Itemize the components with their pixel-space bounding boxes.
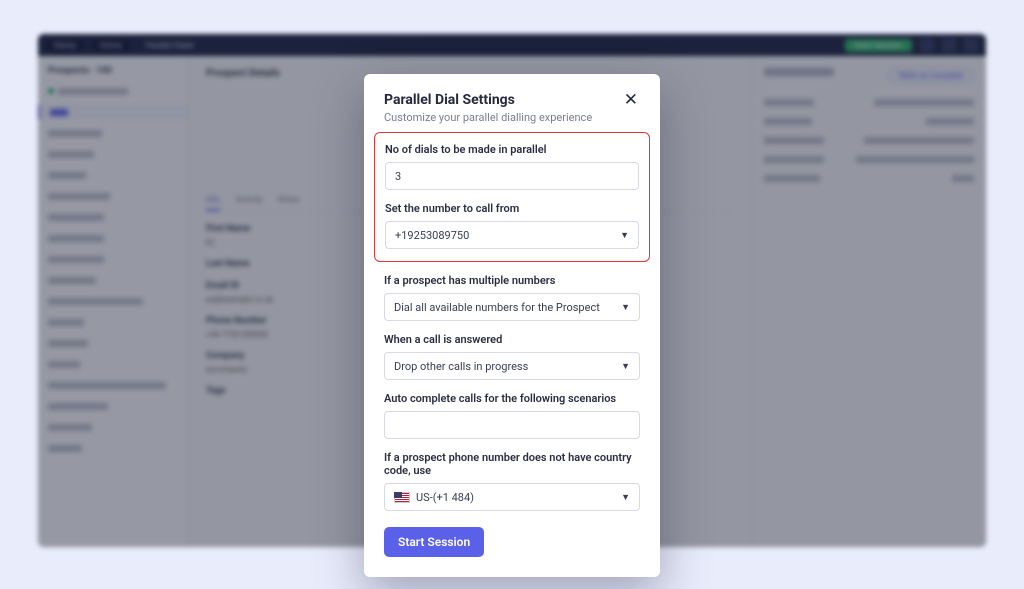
country-code-label: If a prospect phone number does not have… xyxy=(384,451,640,477)
dials-input[interactable] xyxy=(385,162,639,190)
call-from-label: Set the number to call from xyxy=(385,202,639,215)
auto-complete-input[interactable] xyxy=(384,411,640,439)
parallel-dial-settings-modal: Parallel Dial Settings ✕ Customize your … xyxy=(364,74,660,577)
country-code-select[interactable]: US-(+1 484) ▼ xyxy=(384,483,640,511)
caret-down-icon: ▼ xyxy=(621,361,630,372)
on-answer-value: Drop other calls in progress xyxy=(394,360,528,373)
dials-label: No of dials to be made in parallel xyxy=(385,143,639,156)
topbar: Klenty Home Parallel Dialer Start Sessio… xyxy=(38,34,986,56)
sidebar: Prospects · 100 xyxy=(38,56,188,547)
caret-down-icon: ▼ xyxy=(620,230,629,241)
close-icon[interactable]: ✕ xyxy=(622,92,640,109)
caret-down-icon: ▼ xyxy=(621,302,630,313)
highlighted-settings-group: No of dials to be made in parallel Set t… xyxy=(374,132,650,262)
call-from-select[interactable]: +19253089750 ▼ xyxy=(385,221,639,249)
multiple-numbers-label: If a prospect has multiple numbers xyxy=(384,274,640,287)
start-session-button[interactable]: Start Session xyxy=(384,527,484,557)
on-answer-select[interactable]: Drop other calls in progress ▼ xyxy=(384,352,640,380)
call-from-value: +19253089750 xyxy=(395,229,469,242)
on-answer-label: When a call is answered xyxy=(384,333,640,346)
call-details-panel: Mark as complete xyxy=(751,56,986,547)
us-flag-icon xyxy=(394,492,410,503)
country-code-value: US-(+1 484) xyxy=(416,491,474,504)
modal-subtitle: Customize your parallel dialling experie… xyxy=(384,111,640,124)
multiple-numbers-select[interactable]: Dial all available numbers for the Prosp… xyxy=(384,293,640,321)
auto-complete-label: Auto complete calls for the following sc… xyxy=(384,392,640,405)
modal-title: Parallel Dial Settings xyxy=(384,92,515,108)
multiple-numbers-value: Dial all available numbers for the Prosp… xyxy=(394,301,600,314)
caret-down-icon: ▼ xyxy=(621,492,630,503)
